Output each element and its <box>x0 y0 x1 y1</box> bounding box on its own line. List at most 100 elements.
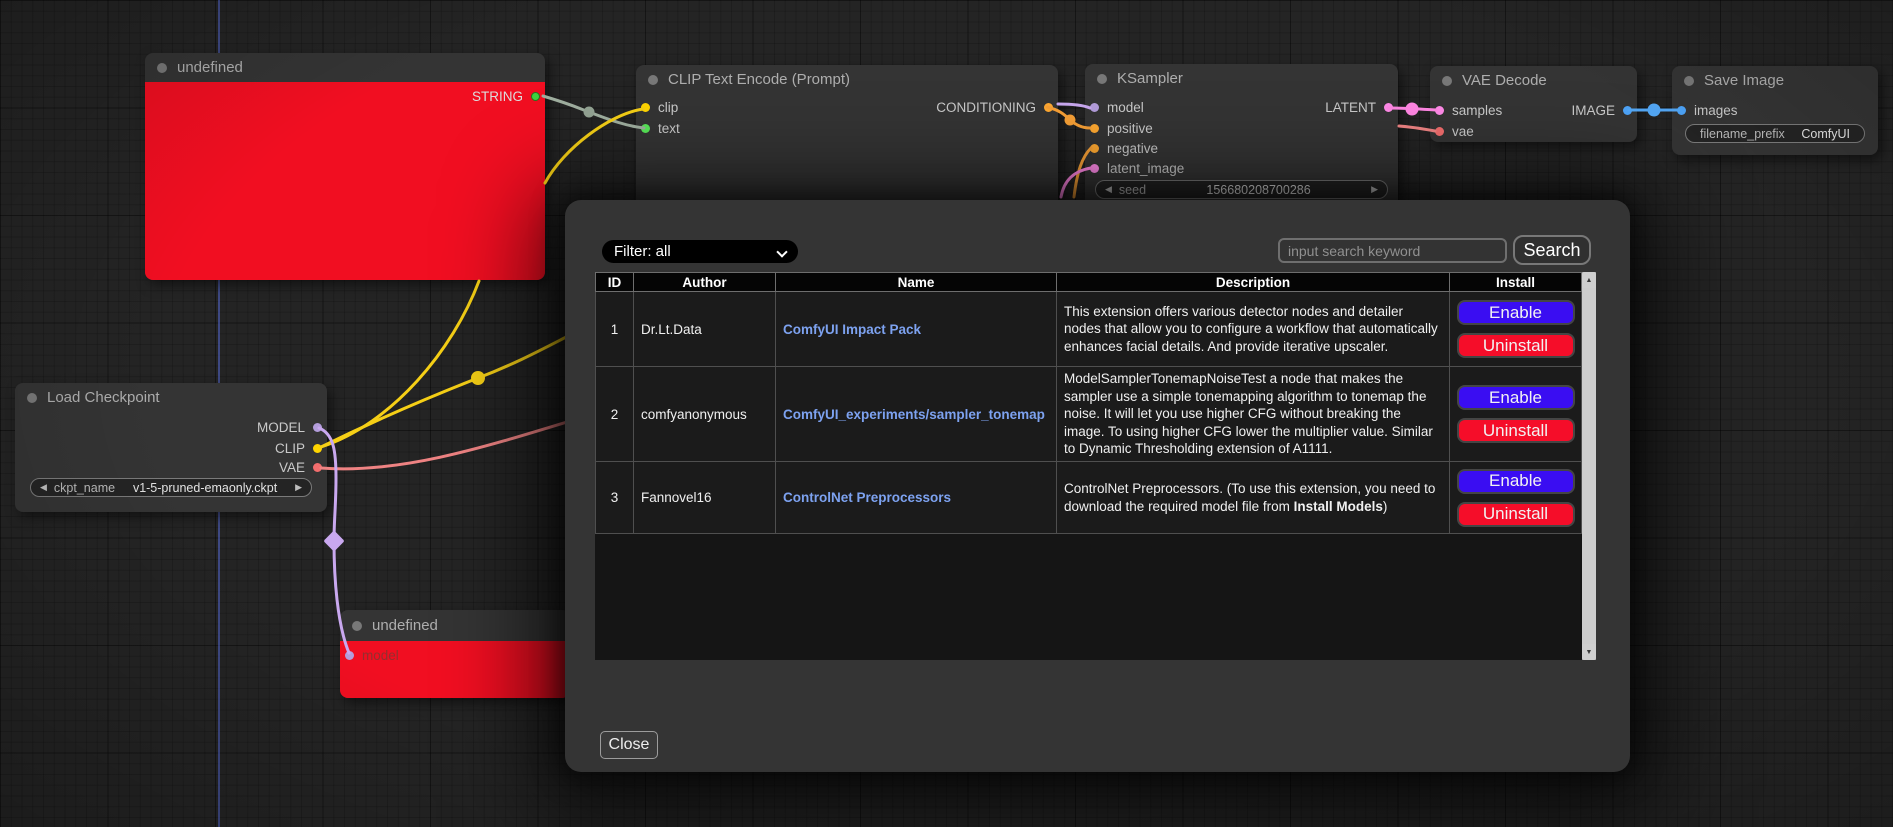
node-title: VAE Decode <box>1462 72 1547 89</box>
node-save-image[interactable]: Save Image images filename_prefix ComfyU… <box>1672 66 1878 155</box>
input-slot-icon[interactable] <box>1435 127 1444 136</box>
slot-model-input[interactable]: model <box>345 647 399 663</box>
ckpt-name-widget[interactable]: ◀ ckpt_name v1-5-pruned-emaonly.ckpt ▶ <box>30 478 312 497</box>
ext-name-link[interactable]: ComfyUI_experiments/sampler_tonemap <box>783 407 1045 422</box>
output-slot-icon[interactable] <box>313 463 322 472</box>
input-slot-icon[interactable] <box>641 124 650 133</box>
node-title-bar[interactable]: undefined <box>145 53 545 82</box>
node-collapse-dot-icon[interactable] <box>1097 74 1107 84</box>
node-collapse-dot-icon[interactable] <box>352 621 362 631</box>
col-header-id: ID <box>596 273 634 292</box>
filename-prefix-widget[interactable]: filename_prefix ComfyUI <box>1685 124 1865 143</box>
search-input[interactable] <box>1278 238 1507 263</box>
input-slot-icon[interactable] <box>1090 124 1099 133</box>
ext-author: Dr.Lt.Data <box>634 292 776 367</box>
node-collapse-dot-icon[interactable] <box>27 393 37 403</box>
node-title-bar[interactable]: KSampler <box>1085 64 1398 93</box>
node-title-bar[interactable]: CLIP Text Encode (Prompt) <box>636 65 1058 94</box>
reroute-dot-image[interactable] <box>1648 104 1661 117</box>
reroute-dot-string[interactable] <box>584 107 595 118</box>
slot-clip-output[interactable]: CLIP <box>275 440 322 456</box>
output-slot-icon[interactable] <box>1044 103 1053 112</box>
slot-latent-output[interactable]: LATENT <box>1325 99 1393 115</box>
left-arrow-icon[interactable]: ◀ <box>1105 184 1112 195</box>
extension-table-viewport[interactable]: ID Author Name Description Install 1 Dr.… <box>595 272 1582 660</box>
node-vae-decode[interactable]: VAE Decode samples vae IMAGE <box>1430 66 1637 142</box>
ckpt-name-value: v1-5-pruned-emaonly.ckpt <box>133 481 277 495</box>
wire-clip-to-clip-input <box>545 109 643 183</box>
output-slot-icon[interactable] <box>313 444 322 453</box>
reroute-dot-conditioning[interactable] <box>1065 115 1076 126</box>
output-slot-icon[interactable] <box>1384 103 1393 112</box>
left-arrow-icon[interactable]: ◀ <box>40 482 47 493</box>
enable-button[interactable]: Enable <box>1457 300 1575 325</box>
uninstall-button[interactable]: Uninstall <box>1457 418 1575 443</box>
ext-description: ControlNet Preprocessors. (To use this e… <box>1057 462 1450 534</box>
uninstall-button[interactable]: Uninstall <box>1457 502 1575 527</box>
enable-button[interactable]: Enable <box>1457 469 1575 494</box>
scrollbar-up-icon[interactable]: ▲ <box>1582 272 1596 288</box>
reroute-dot-latent[interactable] <box>1406 103 1419 116</box>
slot-vae-input[interactable]: vae <box>1435 123 1474 139</box>
right-arrow-icon[interactable]: ▶ <box>1371 184 1378 195</box>
ext-description: This extension offers various detector n… <box>1057 292 1450 367</box>
input-slot-icon[interactable] <box>641 103 650 112</box>
slot-images-input[interactable]: images <box>1677 102 1738 118</box>
filename-prefix-value: ComfyUI <box>1801 127 1850 141</box>
scrollbar-thumb[interactable] <box>1582 288 1596 644</box>
input-slot-icon[interactable] <box>1090 144 1099 153</box>
scrollbar-down-icon[interactable]: ▼ <box>1582 644 1596 660</box>
node-title-bar[interactable]: Save Image <box>1672 66 1878 95</box>
node-clip-text-encode[interactable]: CLIP Text Encode (Prompt) clip text COND… <box>636 65 1058 211</box>
wire-string-to-text <box>543 96 644 128</box>
comfyui-canvas[interactable]: undefined STRING CLIP Text Encode (Promp… <box>0 0 1893 827</box>
seed-widget[interactable]: ◀ seed 156680208700286 ▶ <box>1095 180 1388 199</box>
reroute-diamond-model[interactable] <box>323 530 344 551</box>
input-slot-icon[interactable] <box>1090 164 1099 173</box>
enable-button[interactable]: Enable <box>1457 385 1575 410</box>
table-scrollbar[interactable]: ▲ ▼ <box>1582 272 1596 660</box>
node-title-bar[interactable]: undefined <box>340 610 570 641</box>
node-load-checkpoint[interactable]: Load Checkpoint MODEL CLIP VAE ◀ ckpt_na… <box>15 383 327 512</box>
slot-text-input[interactable]: text <box>641 120 680 136</box>
node-collapse-dot-icon[interactable] <box>648 75 658 85</box>
input-slot-icon[interactable] <box>1435 106 1444 115</box>
node-collapse-dot-icon[interactable] <box>1684 76 1694 86</box>
slot-latent-image-input[interactable]: latent_image <box>1090 160 1184 176</box>
node-undefined-bottom[interactable]: undefined model <box>340 610 570 698</box>
input-slot-icon[interactable] <box>1677 106 1686 115</box>
input-slot-icon[interactable] <box>1090 103 1099 112</box>
node-collapse-dot-icon[interactable] <box>1442 76 1452 86</box>
slot-vae-output[interactable]: VAE <box>279 459 322 475</box>
node-undefined-top[interactable]: undefined STRING <box>145 53 545 280</box>
ext-author: Fannovel16 <box>634 462 776 534</box>
slot-clip-input[interactable]: clip <box>641 99 678 115</box>
slot-positive-input[interactable]: positive <box>1090 120 1153 136</box>
table-header-row: ID Author Name Description Install <box>596 273 1582 292</box>
close-button[interactable]: Close <box>600 731 658 759</box>
filter-select[interactable]: Filter: all <box>602 240 798 263</box>
right-arrow-icon[interactable]: ▶ <box>295 482 302 493</box>
output-slot-icon[interactable] <box>1623 106 1632 115</box>
node-ksampler[interactable]: KSampler model positive negative latent_… <box>1085 64 1398 212</box>
slot-model-output[interactable]: MODEL <box>257 419 322 435</box>
search-button[interactable]: Search <box>1513 235 1591 265</box>
slot-conditioning-output[interactable]: CONDITIONING <box>936 99 1053 115</box>
node-collapse-dot-icon[interactable] <box>157 63 167 73</box>
uninstall-button[interactable]: Uninstall <box>1457 333 1575 358</box>
ext-name-link[interactable]: ComfyUI Impact Pack <box>783 322 921 337</box>
slot-image-output[interactable]: IMAGE <box>1571 102 1632 118</box>
node-title-bar[interactable]: Load Checkpoint <box>15 383 327 412</box>
slot-model-input[interactable]: model <box>1090 99 1144 115</box>
slot-negative-input[interactable]: negative <box>1090 140 1158 156</box>
table-row: 1 Dr.Lt.Data ComfyUI Impact Pack This ex… <box>596 292 1582 367</box>
ext-name-link[interactable]: ControlNet Preprocessors <box>783 490 951 505</box>
slot-string-output[interactable]: STRING <box>472 88 540 104</box>
input-slot-icon[interactable] <box>345 651 354 660</box>
output-slot-icon[interactable] <box>313 423 322 432</box>
output-slot-icon[interactable] <box>531 92 540 101</box>
slot-samples-input[interactable]: samples <box>1435 102 1502 118</box>
reroute-dot-clip[interactable] <box>471 371 485 385</box>
node-title-bar[interactable]: VAE Decode <box>1430 66 1637 95</box>
col-header-description: Description <box>1057 273 1450 292</box>
